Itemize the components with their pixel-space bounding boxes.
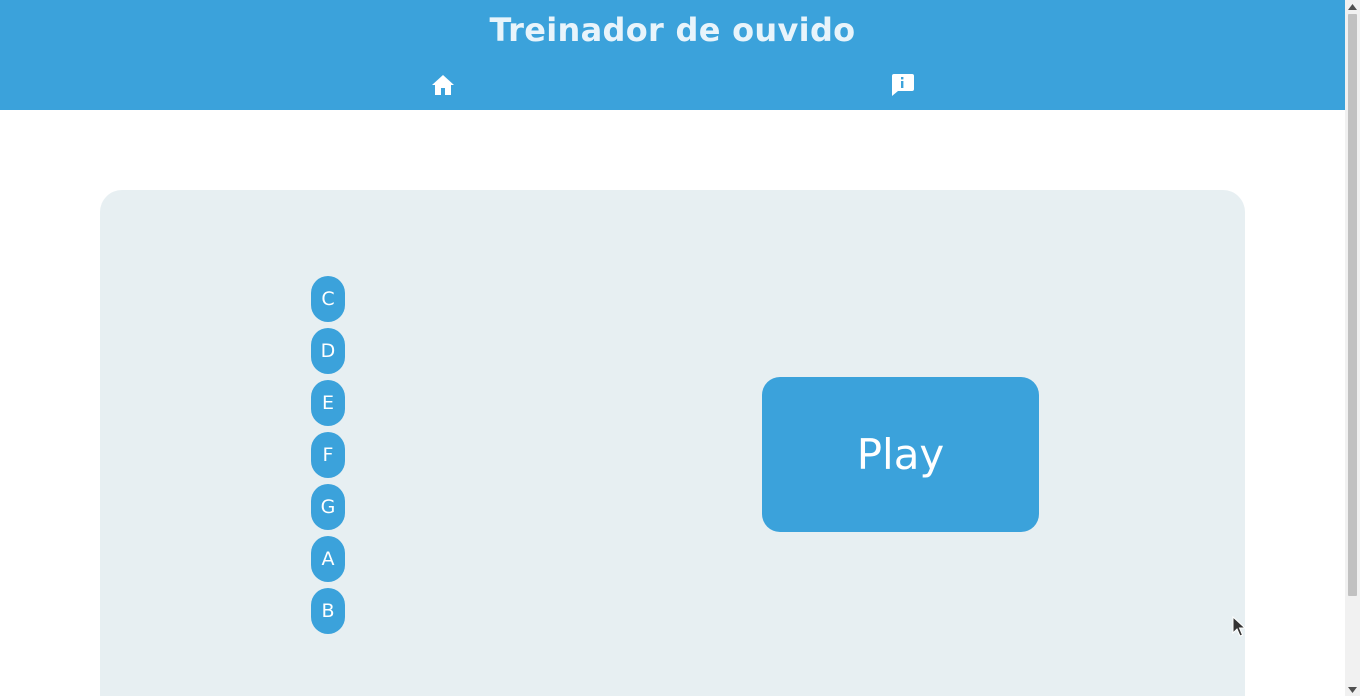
note-button-d[interactable]: D [311,328,345,374]
vertical-scrollbar[interactable] [1345,0,1360,696]
play-button[interactable]: Play [762,377,1039,532]
scrollbar-thumb[interactable] [1348,14,1357,596]
note-button-g[interactable]: G [311,484,345,530]
note-button-e[interactable]: E [311,380,345,426]
trainer-panel [100,190,1245,696]
note-button-c[interactable]: C [311,276,345,322]
app-viewport: Treinador de ouvido C D E F G A B Play [0,0,1345,696]
chevron-down-icon [1348,686,1357,693]
header-bar: Treinador de ouvido [0,0,1345,110]
scroll-down-button[interactable] [1345,683,1360,696]
note-button-b[interactable]: B [311,588,345,634]
info-nav-button[interactable] [887,70,917,100]
note-button-a[interactable]: A [311,536,345,582]
page-title: Treinador de ouvido [489,11,856,49]
scroll-up-button[interactable] [1345,0,1360,13]
home-nav-button[interactable] [428,70,458,100]
note-button-f[interactable]: F [311,432,345,478]
note-button-list: C D E F G A B [311,276,345,640]
mouse-cursor-icon [1232,616,1246,637]
info-icon [892,74,914,96]
chevron-up-icon [1348,3,1357,10]
home-icon [432,75,454,95]
